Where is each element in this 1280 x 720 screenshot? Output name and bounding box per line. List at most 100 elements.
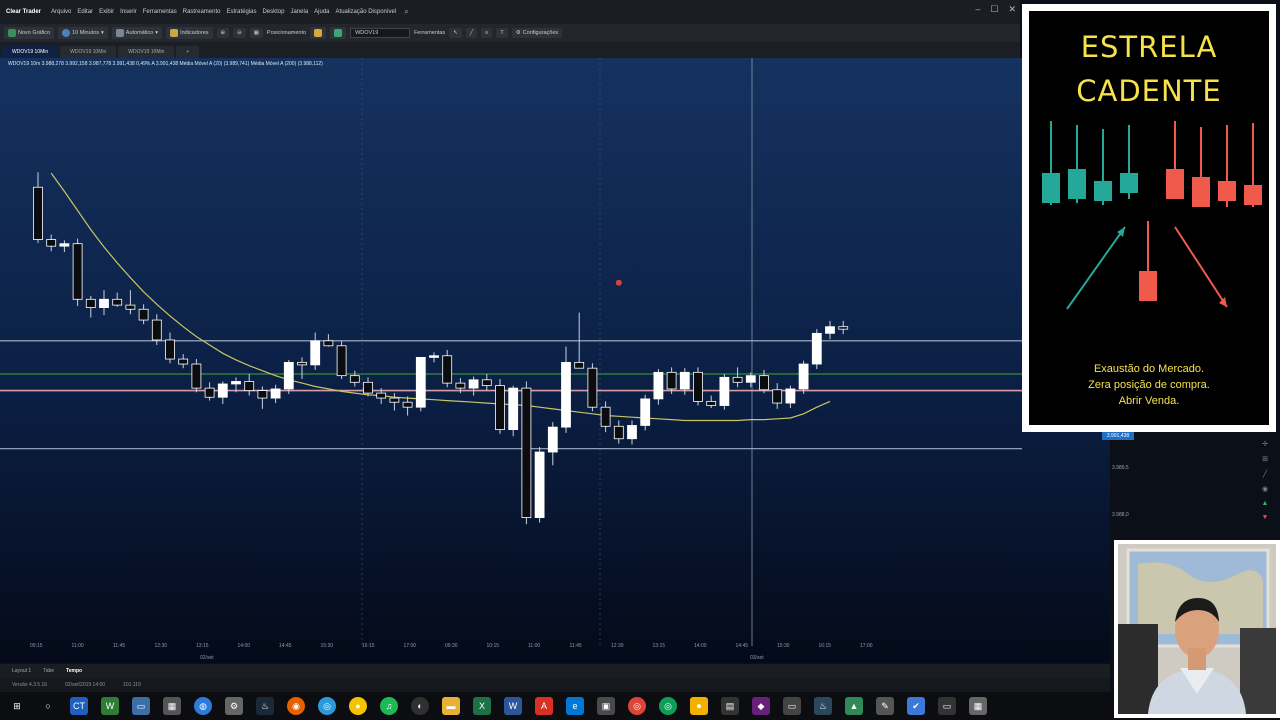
menu-update[interactable]: Atualização Disponível — [336, 9, 397, 15]
menu-arquivo[interactable]: Arquivo — [51, 9, 71, 15]
calculator-2-icon[interactable]: ▦ — [969, 697, 987, 715]
candlestick-chart-svg[interactable]: 09:15 11:00 11:45 12:30 13:15 14:00 14:45 15:30… — [0, 58, 1110, 663]
candle-body — [679, 371, 690, 390]
position-chart-button[interactable] — [330, 27, 347, 39]
candle-body — [231, 381, 241, 385]
globe-icon[interactable]: ◍ — [194, 697, 212, 715]
candle-body — [244, 381, 255, 392]
candle — [640, 394, 651, 431]
windows-start-icon[interactable]: ⊞ — [8, 697, 26, 715]
grid-button[interactable]: ▦ — [249, 28, 263, 38]
candle-body — [732, 376, 743, 383]
display-icon[interactable]: ▭ — [938, 697, 956, 715]
menu-exibir[interactable]: Exibir — [99, 9, 114, 15]
price-axis: 3.991,438 3.989,5 3.988,0 — [1098, 432, 1138, 552]
menu-editar[interactable]: Editar — [77, 9, 93, 15]
edge-icon[interactable]: e — [566, 697, 584, 715]
menu-rastreamento[interactable]: Rastreamento — [183, 9, 221, 15]
maximize-icon[interactable]: ☐ — [990, 4, 998, 15]
visual-studio-icon[interactable]: ◆ — [752, 697, 770, 715]
symbol-input[interactable]: WDOV19 — [350, 28, 411, 38]
candle-body — [785, 388, 796, 404]
menu-desktop[interactable]: Desktop — [262, 9, 284, 15]
chrome-3-icon[interactable]: ◎ — [659, 697, 677, 715]
cursor-tool-button[interactable]: ↖ — [449, 28, 462, 38]
cortana-icon[interactable]: ○ — [39, 697, 57, 715]
record-icon[interactable]: ⏺ — [690, 697, 708, 715]
candle — [72, 238, 83, 306]
position-icon — [314, 29, 323, 37]
time-axis-label: 11:00 — [72, 643, 84, 649]
indicators-icon — [170, 29, 179, 37]
steam-icon[interactable]: ♨ — [256, 697, 274, 715]
pdf-icon[interactable]: A — [535, 697, 553, 715]
line-tool-button[interactable]: ╱ — [465, 28, 478, 38]
price-chart[interactable]: 09:15 11:00 11:45 12:30 13:15 14:00 14:45 15:30… — [0, 58, 1110, 663]
chrome-2-icon[interactable]: ◎ — [628, 697, 646, 715]
settings-button[interactable]: ⚙ Configurações — [511, 28, 563, 38]
chart-app-icon[interactable]: ▲ — [845, 697, 863, 715]
trend-line-icon[interactable]: ╱ — [1263, 470, 1267, 478]
spotify-icon[interactable]: ♫ — [380, 697, 398, 715]
check-icon[interactable]: ✔ — [907, 697, 925, 715]
chrome-icon[interactable]: ◎ — [318, 697, 336, 715]
sell-arrow-icon[interactable]: ▼ — [1262, 514, 1269, 521]
candle — [442, 349, 453, 388]
text-tool-button[interactable]: T — [496, 28, 508, 38]
candle — [693, 367, 703, 406]
menu-janela[interactable]: Janela — [290, 9, 308, 15]
tab-chart-2[interactable]: WDOV19 10Min — [60, 46, 117, 58]
position-chart-icon — [334, 29, 343, 37]
menu-ajuda[interactable]: Ajuda — [314, 9, 329, 15]
crosshair-icon[interactable]: ✛ — [1262, 440, 1268, 448]
app-w-icon[interactable]: W — [101, 697, 119, 715]
tools-label: Ferramentas — [414, 30, 446, 36]
calculator-icon[interactable]: ▦ — [163, 697, 181, 715]
zoom-in-button[interactable]: ⊕ — [216, 28, 230, 38]
tab-chart-1[interactable]: WDOV19 10Min — [2, 46, 59, 58]
menu-inserir[interactable]: Inserir — [120, 9, 137, 15]
media-icon[interactable]: ▤ — [721, 697, 739, 715]
terminal-icon[interactable]: ▭ — [783, 697, 801, 715]
minimize-icon[interactable]: – — [975, 4, 980, 15]
close-icon[interactable]: ✕ — [1008, 4, 1016, 15]
new-chart-button[interactable]: Novo Gráfico — [4, 27, 55, 39]
tab-tabe[interactable]: Tabe — [43, 668, 54, 674]
interval-dropdown[interactable]: 10 Minutos ▾ — [58, 27, 108, 39]
fibonacci-tool-button[interactable]: ≡ — [481, 28, 493, 38]
circle-app-icon[interactable]: ● — [349, 697, 367, 715]
tab-chart-3[interactable]: WDOV19 10Min — [118, 46, 175, 58]
add-tab-button[interactable]: + — [176, 46, 200, 58]
firefox-icon[interactable]: ◉ — [287, 697, 305, 715]
ruler-icon[interactable]: ⊞ — [1262, 455, 1268, 463]
note-icon[interactable]: ✎ — [876, 697, 894, 715]
tab-layout[interactable]: Layout 1 — [12, 668, 31, 674]
photos-icon[interactable]: ▣ — [597, 697, 615, 715]
menu-ferramentas[interactable]: Ferramentas — [143, 9, 177, 15]
clear-trader-icon[interactable]: CT — [70, 697, 88, 715]
steam-2-icon[interactable]: ♨ — [814, 697, 832, 715]
window-icon[interactable]: ▭ — [132, 697, 150, 715]
gear-icon[interactable]: ⚙ — [225, 697, 243, 715]
menu-estrategias[interactable]: Estratégias — [226, 9, 256, 15]
eye-icon[interactable]: ◉ — [1262, 485, 1268, 493]
candle-body — [310, 340, 321, 366]
card-title-line1: ESTRELA — [1080, 30, 1218, 64]
position-tool-button[interactable] — [310, 27, 327, 39]
buy-arrow-icon[interactable]: ▲ — [1262, 500, 1269, 507]
zoom-out-button[interactable]: ⊖ — [233, 28, 246, 38]
card-desc-line3: Abrir Venda. — [1118, 395, 1180, 407]
candle-body — [838, 326, 849, 330]
excel-icon[interactable]: X — [473, 697, 491, 715]
search-icon[interactable]: ⌕ — [404, 7, 408, 17]
folder-icon[interactable]: ▬ — [442, 697, 460, 715]
indicators-button[interactable]: Indicadores — [166, 27, 213, 39]
illustration-body — [1218, 181, 1236, 201]
tab-tempo[interactable]: Tempo — [66, 668, 82, 674]
mode-dropdown[interactable]: Automático ▾ — [111, 27, 163, 39]
obs-icon[interactable]: ◐ — [411, 697, 429, 715]
interval-label: 10 Minutos — [72, 30, 100, 36]
word-icon[interactable]: W — [504, 697, 522, 715]
new-chart-label: Novo Gráfico — [18, 30, 51, 36]
session-label: 03/set — [750, 655, 764, 661]
